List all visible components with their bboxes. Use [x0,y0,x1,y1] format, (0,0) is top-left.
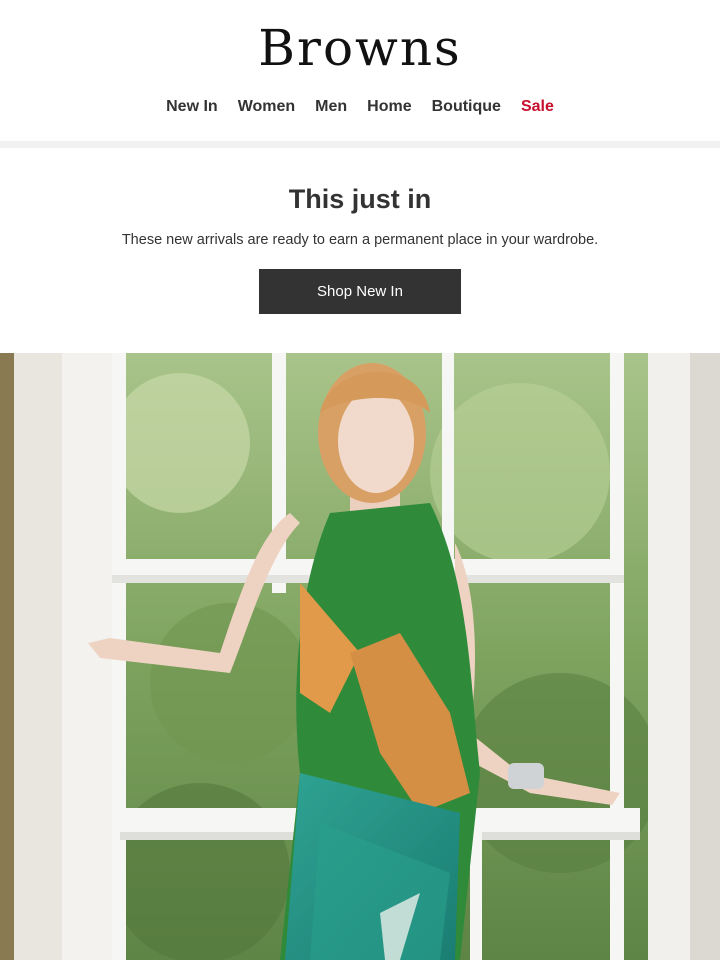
nav-new-in[interactable]: New In [166,96,218,118]
hero-section: This just in These new arrivals are read… [0,148,720,353]
shop-new-in-button[interactable]: Shop New In [259,269,461,314]
hero-image[interactable] [0,353,720,960]
nav-sale[interactable]: Sale [521,96,554,118]
email-header: Browns New In Women Men Home Boutique Sa… [0,0,720,142]
model-photo-illustration [0,353,720,960]
browns-logo[interactable]: Browns [0,18,720,68]
nav-boutique[interactable]: Boutique [432,96,501,118]
nav-home[interactable]: Home [367,96,411,118]
nav-men[interactable]: Men [315,96,347,118]
hero-title: This just in [288,184,432,214]
nav-women[interactable]: Women [238,96,295,118]
main-nav: New In Women Men Home Boutique Sale [0,96,720,118]
section-divider [0,141,720,148]
hero-subtitle: These new arrivals are ready to earn a p… [121,232,599,248]
